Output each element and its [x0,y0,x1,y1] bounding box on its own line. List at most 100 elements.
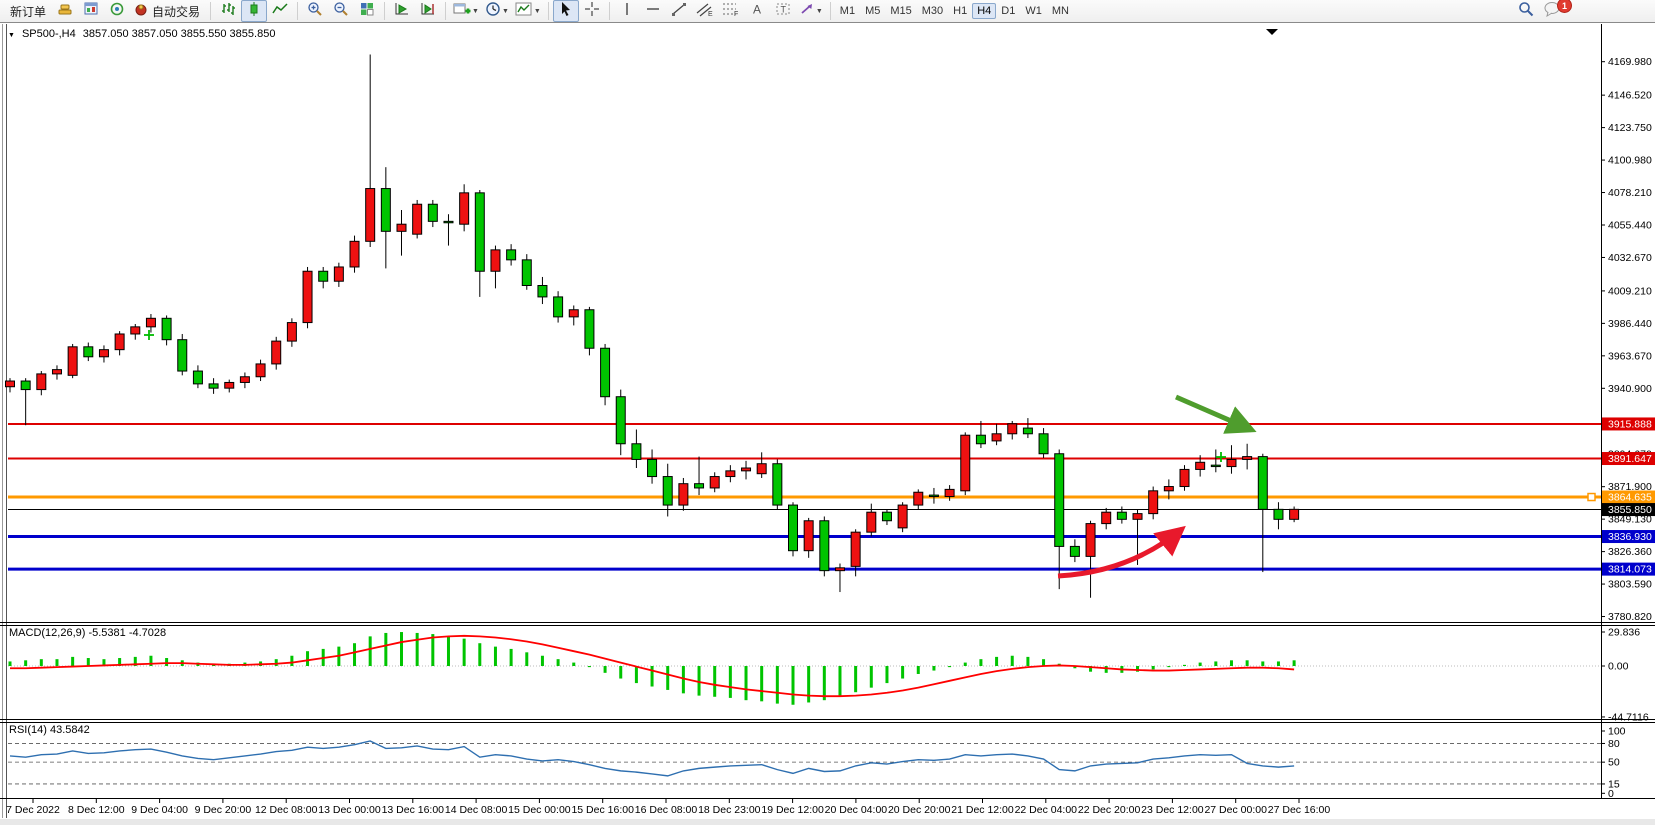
tab-timeframe-h1[interactable]: H1 [948,3,972,19]
macd-bar [854,666,857,692]
chevron-down-icon: ▼ [534,8,541,15]
macd-bar [24,660,27,666]
horizontal-line-button[interactable] [640,0,666,22]
candle-body [835,568,844,571]
candle-body [225,382,234,388]
chart-shift-button[interactable] [415,0,441,22]
candlestick-button[interactable] [241,0,267,22]
chevron-down-icon: ▼ [472,8,479,15]
candle-body [240,377,249,383]
macd-bar [431,634,434,666]
gold-icon-button[interactable] [52,0,78,22]
macd-bar [604,666,607,673]
candle-body [84,347,93,357]
candle-body [397,224,406,231]
tab-timeframe-m5[interactable]: M5 [860,3,885,19]
candle-body [1164,487,1173,491]
macd-bar [807,666,810,702]
tab-timeframe-m30[interactable]: M30 [917,3,948,19]
cursor-button[interactable] [553,0,579,22]
svg-text:50: 50 [1608,757,1620,769]
fibonacci-button[interactable]: F [718,0,744,22]
rsi-pane: 1008050150 [8,726,1626,800]
svg-text:19 Dec 12:00: 19 Dec 12:00 [761,804,824,816]
macd-bar [1261,661,1264,666]
macd-bar [666,666,669,690]
new-chart-button[interactable]: ▼ [450,0,482,22]
svg-text:F: F [734,11,738,17]
bar-chart-button[interactable] [215,0,241,22]
toolbar: 新订单 自动交易 ▼ ▼ ▼ E F A T ▼ M1 M5 M15 M30 H… [0,0,1655,23]
channel-button[interactable]: E [692,0,718,22]
macd-bar [713,666,716,697]
candle-body [898,505,907,528]
candle-body [1086,524,1095,557]
scroll-marker-icon[interactable] [1266,29,1278,35]
candle-body [1180,469,1189,486]
vertical-line-button[interactable] [614,0,640,22]
separator [445,2,446,20]
candle-body [319,271,328,281]
svg-text:4032.670: 4032.670 [1608,252,1652,264]
tile-windows-button[interactable] [354,0,380,22]
candle-body [632,444,641,460]
tab-timeframe-m1[interactable]: M1 [835,3,860,19]
label-button[interactable]: T [770,0,796,22]
svg-text:3940.900: 3940.900 [1608,383,1652,395]
tab-timeframe-h4[interactable]: H4 [972,3,996,19]
notifications-button[interactable]: 1 [1539,0,1565,22]
svg-text:4009.210: 4009.210 [1608,285,1652,297]
new-order-button[interactable]: 新订单 [4,0,52,22]
zoom-in-icon [307,1,323,22]
macd-bar [400,632,403,666]
macd-bar [369,636,372,666]
arrows-button[interactable]: ▼ [796,0,826,22]
tab-timeframe-m15[interactable]: M15 [885,3,916,19]
svg-text:9 Dec 04:00: 9 Dec 04:00 [131,804,188,816]
macd-bar [165,658,168,666]
svg-text:13 Dec 16:00: 13 Dec 16:00 [382,804,445,816]
ohlc-readout: 3857.050 3857.050 3855.550 3855.850 [83,28,276,40]
macd-bar [932,666,935,671]
svg-text:18 Dec 23:00: 18 Dec 23:00 [698,804,761,816]
macd-bar [478,643,481,666]
trendline-button[interactable] [666,0,692,22]
separator [830,2,831,20]
hline-handle[interactable] [1588,494,1595,501]
cross-marker [144,330,154,340]
search-button[interactable] [1513,0,1539,22]
macd-bar [776,666,779,704]
candle-body [820,521,829,571]
rsi-indicator-label: RSI(14) 43.5842 [9,724,90,736]
auto-scroll-button[interactable] [389,0,415,22]
one-click-trading-toggle-icon[interactable]: ▼ [8,32,15,39]
period-button[interactable]: ▼ [482,0,512,22]
symbol-period-label: SP500-,H4 [22,28,76,40]
line-chart-button[interactable] [267,0,293,22]
time-axis[interactable]: 7 Dec 20228 Dec 12:009 Dec 04:009 Dec 20… [6,798,1330,816]
text-button[interactable]: A [744,0,770,22]
svg-text:100: 100 [1608,726,1626,738]
market-watch-button[interactable] [78,0,104,22]
candle-body [1008,424,1017,434]
crosshair-button[interactable] [579,0,605,22]
tab-timeframe-mn[interactable]: MN [1047,3,1074,19]
candle-body [1117,512,1126,519]
svg-text:16 Dec 08:00: 16 Dec 08:00 [635,804,698,816]
price-axis[interactable]: 4169.9804146.5204123.7504100.9804078.210… [1601,56,1655,623]
zoom-out-button[interactable] [328,0,354,22]
indicators-button[interactable]: ▼ [512,0,544,22]
signal-icon [109,1,125,22]
macd-bar [870,666,873,688]
auto-trading-button[interactable]: 自动交易 [130,0,206,22]
macd-pane: 29.8360.00-44.7116 [8,626,1649,723]
signal-button[interactable] [104,0,130,22]
macd-bar [792,666,795,705]
chart-canvas[interactable]: 4169.9804146.5204123.7504100.9804078.210… [0,24,1655,825]
chart-area[interactable]: 4169.9804146.5204123.7504100.9804078.210… [0,24,1655,825]
macd-bar [838,666,841,697]
svg-text:4146.520: 4146.520 [1608,90,1652,102]
zoom-in-button[interactable] [302,0,328,22]
tab-timeframe-w1[interactable]: W1 [1020,3,1047,19]
tab-timeframe-d1[interactable]: D1 [996,3,1020,19]
